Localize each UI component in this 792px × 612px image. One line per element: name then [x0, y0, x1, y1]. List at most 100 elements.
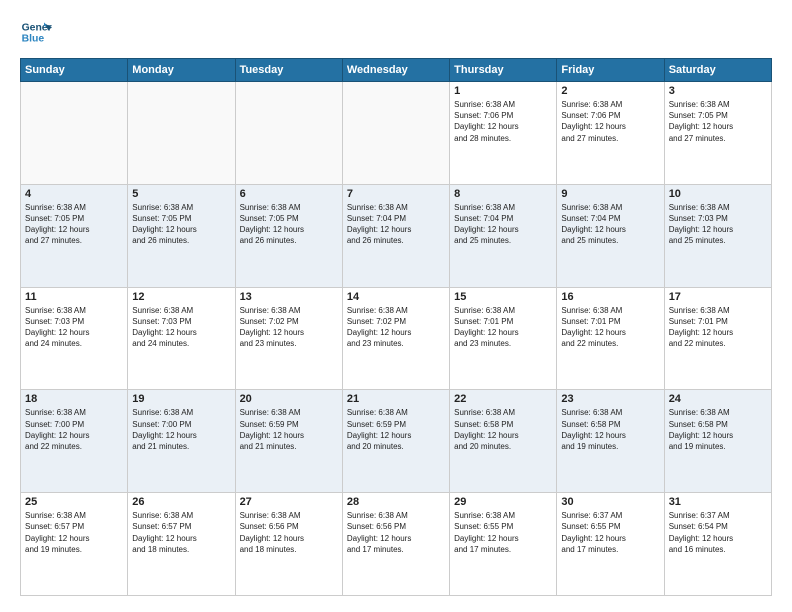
day-cell: 19 Sunrise: 6:38 AM Sunset: 7:00 PM Dayli…: [128, 390, 235, 493]
day-number: 6: [240, 188, 338, 200]
day-cell: 29 Sunrise: 6:38 AM Sunset: 6:55 PM Dayli…: [450, 493, 557, 596]
day-number: 17: [669, 291, 767, 303]
day-cell: 22Sunrise: 6:38 AM Sunset: 6:58 PM Dayli…: [450, 390, 557, 493]
day-info: Sunrise: 6:38 AM Sunset: 6:59 PM Dayligh…: [347, 407, 445, 452]
day-cell: 8 Sunrise: 6:38 AM Sunset: 7:04 PM Daylig…: [450, 184, 557, 287]
day-info: Sunrise: 6:38 AM Sunset: 6:55 PM Dayligh…: [454, 510, 552, 555]
day-cell: 9 Sunrise: 6:38 AM Sunset: 7:04 PM Daylig…: [557, 184, 664, 287]
week-row-4: 18 Sunrise: 6:38 AM Sunset: 7:00 PM Dayli…: [21, 390, 772, 493]
day-info: Sunrise: 6:38 AM Sunset: 7:02 PM Dayligh…: [347, 305, 445, 350]
day-cell: 15Sunrise: 6:38 AM Sunset: 7:01 PM Dayli…: [450, 287, 557, 390]
day-number: 30: [561, 496, 659, 508]
day-cell: [235, 82, 342, 185]
week-row-2: 4 Sunrise: 6:38 AM Sunset: 7:05 PM Daylig…: [21, 184, 772, 287]
header: General Blue: [20, 16, 772, 48]
weekday-header-saturday: Saturday: [664, 59, 771, 82]
day-cell: 18 Sunrise: 6:38 AM Sunset: 7:00 PM Dayli…: [21, 390, 128, 493]
day-info: Sunrise: 6:38 AM Sunset: 6:56 PM Dayligh…: [347, 510, 445, 555]
day-info: Sunrise: 6:38 AM Sunset: 7:04 PM Dayligh…: [454, 202, 552, 247]
day-cell: 14 Sunrise: 6:38 AM Sunset: 7:02 PM Dayli…: [342, 287, 449, 390]
day-number: 8: [454, 188, 552, 200]
day-number: 27: [240, 496, 338, 508]
day-cell: 13 Sunrise: 6:38 AM Sunset: 7:02 PM Dayli…: [235, 287, 342, 390]
day-number: 4: [25, 188, 123, 200]
day-info: Sunrise: 6:38 AM Sunset: 7:05 PM Dayligh…: [25, 202, 123, 247]
day-number: 29: [454, 496, 552, 508]
weekday-header-sunday: Sunday: [21, 59, 128, 82]
weekday-header-friday: Friday: [557, 59, 664, 82]
weekday-header-monday: Monday: [128, 59, 235, 82]
day-cell: 28Sunrise: 6:38 AM Sunset: 6:56 PM Dayli…: [342, 493, 449, 596]
day-cell: 16 Sunrise: 6:38 AM Sunset: 7:01 PM Dayli…: [557, 287, 664, 390]
day-number: 13: [240, 291, 338, 303]
day-number: 22: [454, 393, 552, 405]
weekday-header-thursday: Thursday: [450, 59, 557, 82]
day-cell: 25Sunrise: 6:38 AM Sunset: 6:57 PM Dayli…: [21, 493, 128, 596]
day-info: Sunrise: 6:38 AM Sunset: 7:04 PM Dayligh…: [561, 202, 659, 247]
day-cell: [342, 82, 449, 185]
day-info: Sunrise: 6:38 AM Sunset: 6:56 PM Dayligh…: [240, 510, 338, 555]
day-number: 9: [561, 188, 659, 200]
day-number: 25: [25, 496, 123, 508]
day-number: 11: [25, 291, 123, 303]
week-row-3: 11 Sunrise: 6:38 AM Sunset: 7:03 PM Dayli…: [21, 287, 772, 390]
day-info: Sunrise: 6:38 AM Sunset: 7:02 PM Dayligh…: [240, 305, 338, 350]
svg-text:Blue: Blue: [22, 34, 45, 45]
day-info: Sunrise: 6:38 AM Sunset: 7:01 PM Dayligh…: [454, 305, 552, 350]
calendar: SundayMondayTuesdayWednesdayThursdayFrid…: [20, 58, 772, 596]
day-info: Sunrise: 6:38 AM Sunset: 6:59 PM Dayligh…: [240, 407, 338, 452]
day-number: 1: [454, 85, 552, 97]
day-info: Sunrise: 6:38 AM Sunset: 6:58 PM Dayligh…: [561, 407, 659, 452]
day-cell: 10 Sunrise: 6:38 AM Sunset: 7:03 PM Dayli…: [664, 184, 771, 287]
day-cell: 11 Sunrise: 6:38 AM Sunset: 7:03 PM Dayli…: [21, 287, 128, 390]
day-number: 14: [347, 291, 445, 303]
day-cell: 21Sunrise: 6:38 AM Sunset: 6:59 PM Dayli…: [342, 390, 449, 493]
day-cell: 27 Sunrise: 6:38 AM Sunset: 6:56 PM Dayli…: [235, 493, 342, 596]
day-info: Sunrise: 6:38 AM Sunset: 7:04 PM Dayligh…: [347, 202, 445, 247]
day-cell: 6 Sunrise: 6:38 AM Sunset: 7:05 PM Daylig…: [235, 184, 342, 287]
day-info: Sunrise: 6:38 AM Sunset: 7:00 PM Dayligh…: [25, 407, 123, 452]
day-cell: 24 Sunrise: 6:38 AM Sunset: 6:58 PM Dayli…: [664, 390, 771, 493]
day-info: Sunrise: 6:38 AM Sunset: 7:03 PM Dayligh…: [25, 305, 123, 350]
day-cell: [21, 82, 128, 185]
day-number: 10: [669, 188, 767, 200]
day-cell: 17Sunrise: 6:38 AM Sunset: 7:01 PM Dayli…: [664, 287, 771, 390]
day-number: 31: [669, 496, 767, 508]
day-number: 26: [132, 496, 230, 508]
day-number: 18: [25, 393, 123, 405]
day-number: 12: [132, 291, 230, 303]
logo: General Blue: [20, 16, 56, 48]
day-cell: 3 Sunrise: 6:38 AM Sunset: 7:05 PM Daylig…: [664, 82, 771, 185]
day-number: 16: [561, 291, 659, 303]
day-cell: 2 Sunrise: 6:38 AM Sunset: 7:06 PM Daylig…: [557, 82, 664, 185]
day-number: 2: [561, 85, 659, 97]
day-info: Sunrise: 6:38 AM Sunset: 6:58 PM Dayligh…: [669, 407, 767, 452]
day-cell: 1 Sunrise: 6:38 AM Sunset: 7:06 PM Daylig…: [450, 82, 557, 185]
day-info: Sunrise: 6:38 AM Sunset: 7:01 PM Dayligh…: [561, 305, 659, 350]
day-cell: 20 Sunrise: 6:38 AM Sunset: 6:59 PM Dayli…: [235, 390, 342, 493]
day-info: Sunrise: 6:38 AM Sunset: 7:05 PM Dayligh…: [669, 99, 767, 144]
day-info: Sunrise: 6:38 AM Sunset: 7:03 PM Dayligh…: [669, 202, 767, 247]
day-number: 19: [132, 393, 230, 405]
logo-icon: General Blue: [20, 16, 52, 48]
day-number: 3: [669, 85, 767, 97]
day-info: Sunrise: 6:37 AM Sunset: 6:54 PM Dayligh…: [669, 510, 767, 555]
week-row-1: 1 Sunrise: 6:38 AM Sunset: 7:06 PM Daylig…: [21, 82, 772, 185]
day-info: Sunrise: 6:37 AM Sunset: 6:55 PM Dayligh…: [561, 510, 659, 555]
week-row-5: 25 Sunrise: 6:38 AM Sunset: 6:57 PM Dayli…: [21, 493, 772, 596]
day-number: 24: [669, 393, 767, 405]
day-cell: 26 Sunrise: 6:38 AM Sunset: 6:57 PM Dayli…: [128, 493, 235, 596]
weekday-header-wednesday: Wednesday: [342, 59, 449, 82]
day-cell: 7 Sunrise: 6:38 AM Sunset: 7:04 PM Daylig…: [342, 184, 449, 287]
day-info: Sunrise: 6:38 AM Sunset: 7:06 PM Dayligh…: [454, 99, 552, 144]
day-info: Sunrise: 6:38 AM Sunset: 6:57 PM Dayligh…: [132, 510, 230, 555]
day-cell: 23 Sunrise: 6:38 AM Sunset: 6:58 PM Dayli…: [557, 390, 664, 493]
day-info: Sunrise: 6:38 AM Sunset: 7:05 PM Dayligh…: [240, 202, 338, 247]
day-number: 23: [561, 393, 659, 405]
day-info: Sunrise: 6:38 AM Sunset: 7:06 PM Dayligh…: [561, 99, 659, 144]
day-number: 20: [240, 393, 338, 405]
day-info: Sunrise: 6:38 AM Sunset: 7:03 PM Dayligh…: [132, 305, 230, 350]
day-number: 7: [347, 188, 445, 200]
weekday-header-row: SundayMondayTuesdayWednesdayThursdayFrid…: [21, 59, 772, 82]
day-info: Sunrise: 6:38 AM Sunset: 7:00 PM Dayligh…: [132, 407, 230, 452]
